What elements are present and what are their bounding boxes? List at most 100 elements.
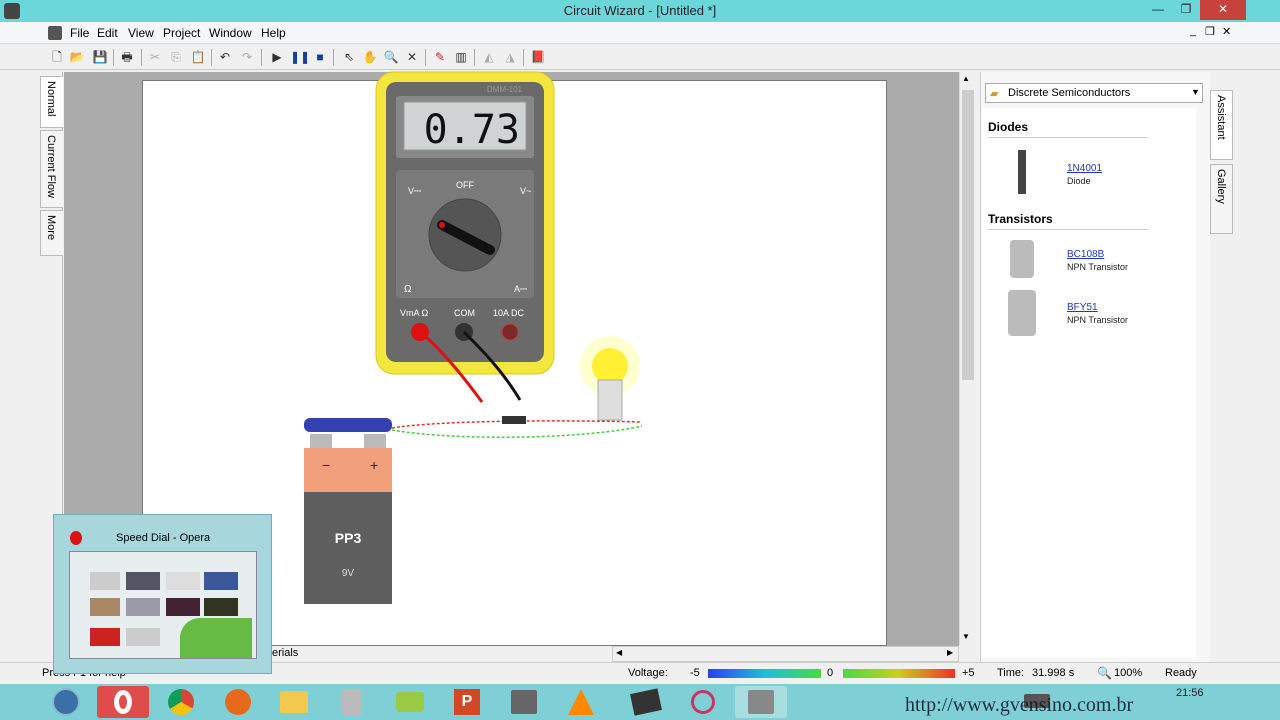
battery-pos-label: + [370, 457, 378, 473]
voltage-scale-negative [708, 669, 821, 678]
menu-edit[interactable]: Edit [97, 26, 118, 40]
opera-icon [70, 531, 82, 545]
mdi-close-icon[interactable]: ✕ [1222, 25, 1231, 38]
category-select[interactable]: ▰ Discrete Semiconductors ▼ [985, 83, 1203, 103]
scroll-thumb[interactable] [962, 90, 974, 380]
battery-voltage: 9V [342, 568, 355, 579]
gallery-list: Diodes 1N4001 Diode Transistors BC108B N… [982, 108, 1196, 658]
title-bar: Circuit Wizard - [Untitled *] — ❐ ✕ [0, 0, 1280, 22]
taskbar-circuit-wizard-icon[interactable] [735, 686, 787, 718]
restore-icon[interactable]: ❐ [1172, 0, 1200, 20]
graph-icon[interactable]: ▥ [452, 48, 470, 66]
taskbar-calculator-icon[interactable] [326, 686, 378, 718]
delete-wire-icon[interactable]: ✕ [403, 48, 421, 66]
taskbar: P 21:56 http://www.gvensino.com.br [0, 684, 1280, 720]
item-1n4001[interactable]: 1N4001 [1067, 163, 1102, 174]
item-bfy51[interactable]: BFY51 [1067, 302, 1098, 313]
redo-icon[interactable]: ↷ [238, 48, 256, 66]
zoom-icon[interactable]: 🔍 [382, 48, 400, 66]
taskbar-vlc-icon[interactable] [555, 686, 607, 718]
taskbar-flower-icon[interactable] [677, 686, 729, 718]
transistor-thumbnail-icon[interactable] [1010, 240, 1034, 278]
scroll-left-icon[interactable]: ◀ [616, 648, 622, 657]
taskbar-network-icon[interactable] [498, 686, 550, 718]
toolbar: 🗋 📂 💾 🖶 ✂ ⎘ 📋 ↶ ↷ ▶ ❚❚ ■ ⇖ ✋ 🔍 ✕ ✎ ▥ ◭ ◮… [0, 45, 1280, 70]
menu-file[interactable]: File [70, 26, 89, 40]
tab-current-flow[interactable]: Current Flow [40, 130, 63, 208]
close-icon[interactable]: ✕ [1200, 0, 1246, 20]
mdi-minimize-icon[interactable]: _ [1190, 25, 1196, 37]
voltage-min: -5 [690, 667, 700, 679]
diode-thumbnail-icon[interactable] [1018, 150, 1026, 194]
tab-assistant[interactable]: Assistant [1210, 90, 1233, 160]
open-icon[interactable]: 📂 [68, 48, 86, 66]
taskbar-terminal-icon[interactable] [620, 686, 672, 718]
folder-icon: ▰ [990, 88, 999, 100]
multimeter[interactable]: DMM-101 0.73 OFF V⎓ V~ Ω A⎓ VmA Ω COM 10… [375, 71, 555, 375]
battery-component[interactable]: − + PP3 9V [304, 418, 392, 604]
socket-10a-label: 10A DC [493, 308, 525, 318]
save-icon[interactable]: 💾 [91, 48, 109, 66]
item-bc108b[interactable]: BC108B [1067, 249, 1104, 260]
opera-preview-thumbnail [69, 551, 257, 659]
category-value: Discrete Semiconductors [1008, 87, 1131, 99]
new-icon[interactable]: 🗋 [48, 48, 66, 66]
multimeter-display: 0.73 [424, 107, 520, 153]
doc-icon[interactable] [48, 26, 62, 40]
menu-project[interactable]: Project [163, 26, 200, 40]
battery-neg-label: − [322, 457, 330, 473]
menu-window[interactable]: Window [209, 26, 252, 40]
clock[interactable]: 21:56 [1176, 687, 1204, 699]
scroll-up-icon[interactable]: ▲ [962, 74, 970, 83]
vertical-scrollbar[interactable]: ▲ ▼ [959, 72, 975, 646]
taskbar-chrome-icon[interactable] [155, 686, 207, 718]
sheet-tab-materials[interactable]: erials [272, 647, 298, 659]
taskbar-explorer-icon[interactable] [268, 686, 320, 718]
copy-icon[interactable]: ⎘ [167, 48, 185, 66]
gallery-book-icon[interactable]: 📕 [529, 48, 547, 66]
undo-icon[interactable]: ↶ [216, 48, 234, 66]
tab-more[interactable]: More [40, 210, 63, 256]
menu-help[interactable]: Help [261, 26, 286, 40]
taskbar-opera-icon[interactable] [97, 686, 149, 718]
multimeter-model: DMM-101 [487, 85, 523, 94]
taskbar-app-icon[interactable] [384, 686, 436, 718]
play-icon[interactable]: ▶ [268, 48, 286, 66]
flip-vertical-icon[interactable]: ◮ [501, 48, 519, 66]
probe-icon[interactable]: ✎ [431, 48, 449, 66]
status-state: Ready [1165, 667, 1197, 679]
lamp-component[interactable] [580, 336, 640, 421]
item-bfy51-desc: NPN Transistor [1067, 315, 1129, 325]
menu-view[interactable]: View [128, 26, 154, 40]
print-icon[interactable]: 🖶 [118, 48, 136, 66]
section-transistors: Transistors [988, 212, 1053, 226]
mdi-restore-icon[interactable]: ❐ [1205, 25, 1215, 38]
tab-normal[interactable]: Normal [40, 76, 63, 128]
stop-icon[interactable]: ■ [311, 48, 329, 66]
transistor-thumbnail-icon[interactable] [1008, 290, 1036, 336]
scroll-down-icon[interactable]: ▼ [962, 632, 970, 641]
dial-vdc-label: V⎓ [408, 186, 421, 196]
start-button[interactable] [40, 686, 92, 718]
socket-vma-label: VmA Ω [400, 308, 429, 318]
voltage-scale-positive [843, 669, 955, 678]
watermark: http://www.gvensino.com.br [905, 694, 1134, 716]
opera-preview-title: Speed Dial - Opera [116, 532, 211, 544]
diode-component[interactable] [502, 416, 526, 424]
taskbar-firefox-icon[interactable] [212, 686, 264, 718]
pan-hand-icon[interactable]: ✋ [361, 48, 379, 66]
pause-icon[interactable]: ❚❚ [290, 48, 310, 66]
paste-icon[interactable]: 📋 [189, 48, 207, 66]
chevron-down-icon[interactable]: ▼ [1191, 87, 1200, 97]
taskbar-powerpoint-icon[interactable]: P [441, 686, 493, 718]
scroll-right-icon[interactable]: ▶ [947, 648, 953, 657]
flip-horizontal-icon[interactable]: ◭ [480, 48, 498, 66]
window-title: Circuit Wizard - [Untitled *] [563, 3, 717, 18]
minimize-icon[interactable]: — [1144, 0, 1172, 20]
tab-gallery[interactable]: Gallery [1210, 164, 1233, 234]
opera-preview-popup[interactable]: Speed Dial - Opera [53, 514, 272, 674]
voltage-mid: 0 [827, 667, 834, 679]
select-pointer-icon[interactable]: ⇖ [340, 48, 358, 66]
horizontal-scrollbar[interactable]: ◀ ▶ [612, 646, 959, 662]
cut-icon[interactable]: ✂ [146, 48, 164, 66]
